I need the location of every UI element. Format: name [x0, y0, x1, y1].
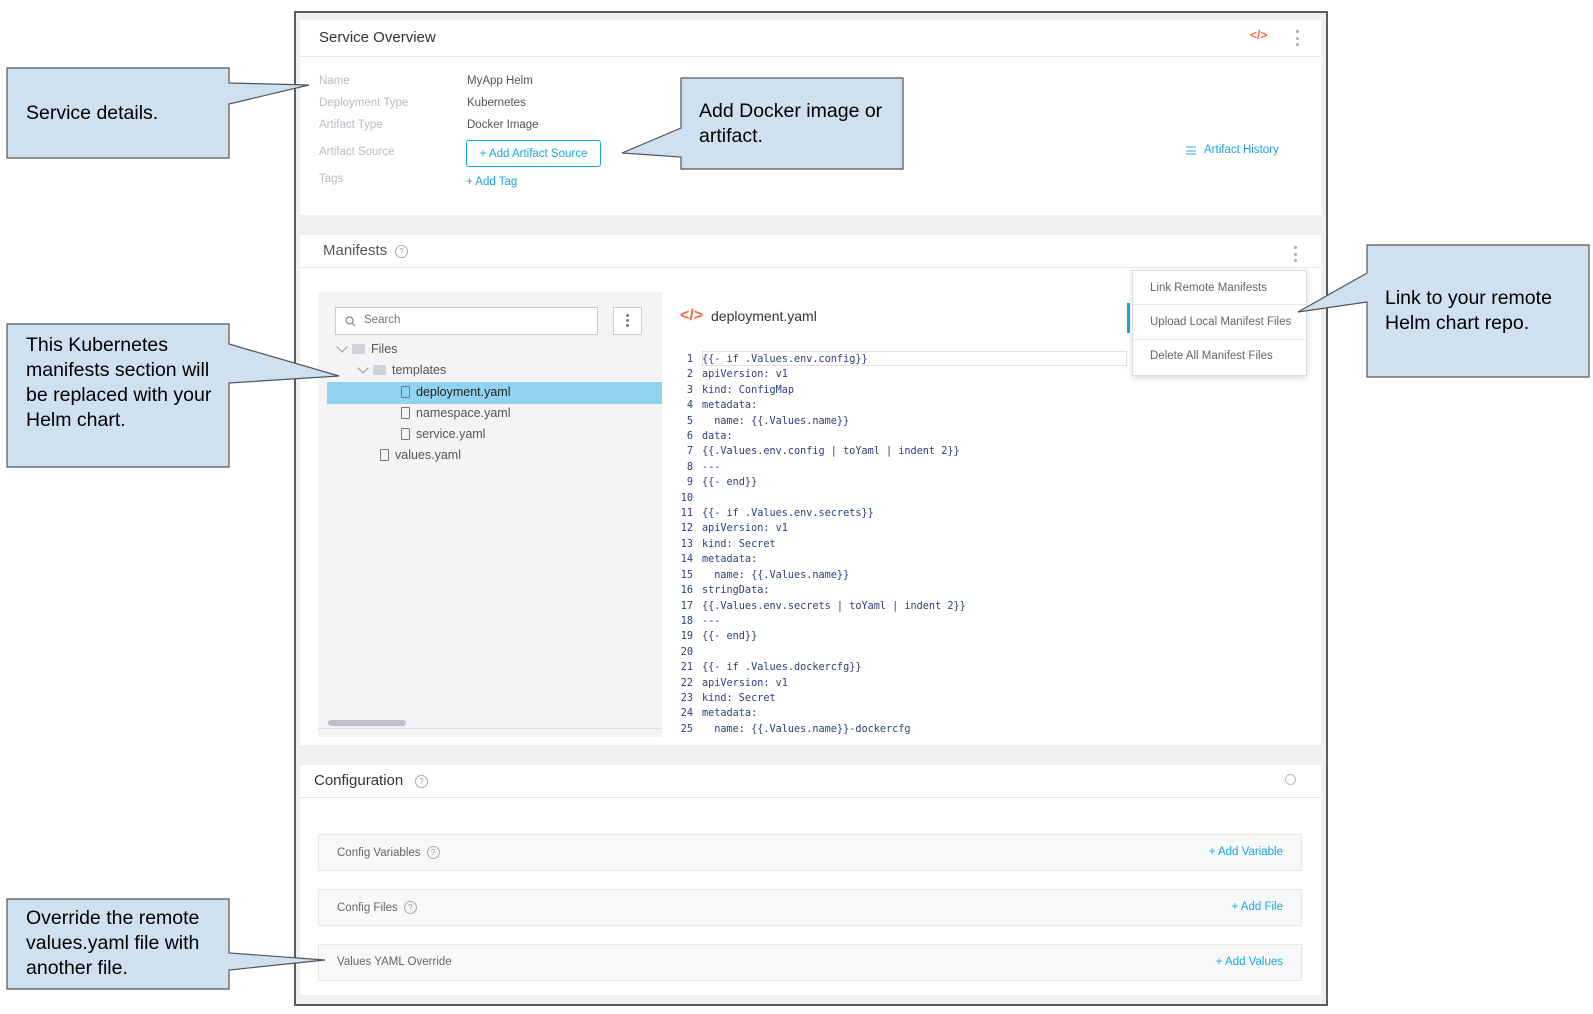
- callout-shapes: [6, 67, 1590, 990]
- callout-add-docker-text: Add Docker image or artifact.: [699, 100, 883, 147]
- callout-link-remote-text: Link to your remote Helm chart repo.: [1385, 287, 1552, 334]
- callout-override-text: Override the remote values.yaml file wit…: [26, 907, 200, 979]
- callout-service-details-text: Service details.: [26, 102, 159, 124]
- callout-manifests-text: This Kubernetes manifests section will b…: [26, 334, 212, 431]
